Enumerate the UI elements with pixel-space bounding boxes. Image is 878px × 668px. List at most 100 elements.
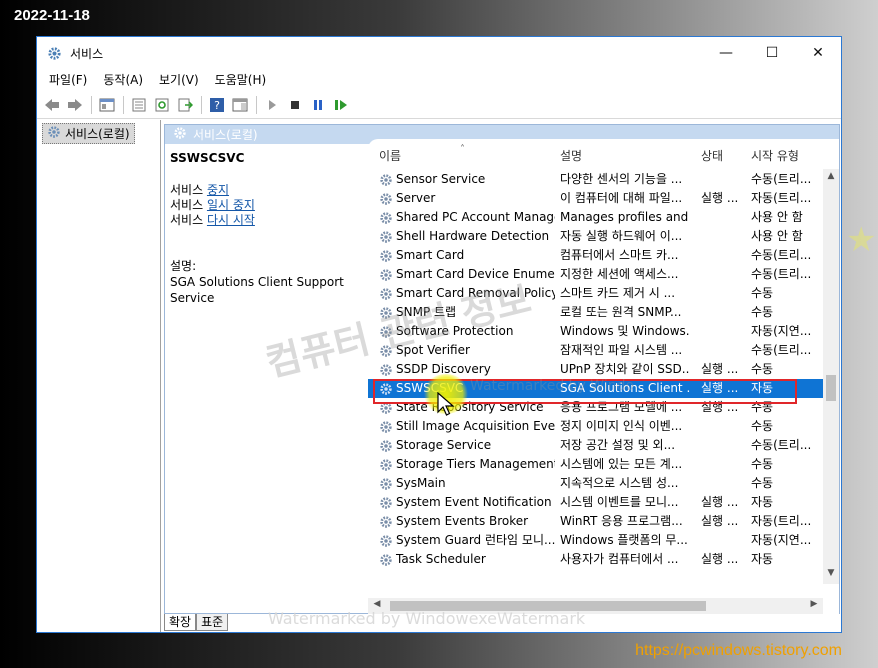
menu-view[interactable]: 보기(V) — [151, 69, 207, 91]
site-stamp: https://pcwindows.tistory.com — [635, 642, 842, 659]
table-row[interactable]: Shell Hardware Detection 자동 실행 하드웨어 이... 사… — [368, 227, 823, 246]
column-header-startup-type[interactable]: 시작 유형 — [751, 147, 799, 164]
menu-action[interactable]: 동작(A) — [95, 69, 151, 91]
service-name-cell: System Event Notification ... — [379, 493, 555, 512]
stop-service-link[interactable]: 중지 — [207, 183, 229, 197]
tab-standard[interactable]: 표준 — [196, 614, 229, 631]
service-name-cell: System Events Broker — [379, 512, 555, 531]
horizontal-scrollbar[interactable]: ◀ ▶ — [368, 598, 823, 614]
scroll-thumb[interactable] — [390, 601, 706, 611]
scroll-right-arrow-icon[interactable]: ▶ — [807, 599, 821, 609]
table-row[interactable]: Shared PC Account Manager Manages profile… — [368, 208, 823, 227]
table-row-selected[interactable]: SSWSCSVC SGA Solutions Client ... 실행 ... 자동 — [368, 379, 823, 398]
table-row[interactable]: System Event Notification ... 시스템 이벤트를 모니… — [368, 493, 823, 512]
table-row[interactable]: Task Scheduler 사용자가 컴퓨터에서 ... 실행 ... 자동 — [368, 550, 823, 569]
service-gear-icon — [380, 306, 392, 319]
service-gear-icon — [380, 553, 392, 566]
scroll-thumb[interactable] — [826, 375, 836, 401]
service-name-cell: State Repository Service — [379, 398, 555, 417]
title-bar[interactable]: 서비스 — ☐ ✕ — [37, 37, 841, 69]
service-name-cell: Software Protection — [379, 322, 555, 341]
help-icon[interactable]: ? — [206, 94, 228, 116]
table-row[interactable]: Software Protection Windows 및 Windows... 자… — [368, 322, 823, 341]
service-name: Shell Hardware Detection — [396, 229, 550, 243]
table-row[interactable]: Storage Tiers Management 시스템에 있는 모든 계... 수… — [368, 455, 823, 474]
console-tree-icon[interactable] — [96, 94, 118, 116]
tab-extended[interactable]: 확장 — [164, 614, 197, 631]
table-row[interactable]: SysMain 지속적으로 시스템 성... 수동 — [368, 474, 823, 493]
vertical-scrollbar[interactable]: ▲ ▼ — [823, 169, 839, 584]
maximize-button[interactable]: ☐ — [749, 37, 795, 69]
service-name-cell: System Guard 런타임 모니... — [379, 531, 555, 550]
service-gear-icon — [380, 287, 392, 300]
table-row[interactable]: System Guard 런타임 모니... Windows 플랫폼의 무... 자… — [368, 531, 823, 550]
action-prefix: 서비스 — [170, 183, 207, 197]
pause-service-icon[interactable] — [307, 94, 329, 116]
service-gear-icon — [380, 420, 392, 433]
table-row[interactable]: Storage Service 저장 공간 설정 및 외... 수동(트리... — [368, 436, 823, 455]
pause-service-link[interactable]: 일시 중지 — [207, 198, 255, 212]
table-row[interactable]: Server 이 컴퓨터에 대해 파일... 실행 ... 자동(트리... — [368, 189, 823, 208]
column-header-name[interactable]: 이름 — [379, 147, 401, 164]
table-row[interactable]: Spot Verifier 잠재적인 파일 시스템 ... 수동(트리... — [368, 341, 823, 360]
refresh-icon[interactable] — [151, 94, 173, 116]
selected-service-name: SSWSCSVC — [170, 151, 245, 165]
view-pane-icon[interactable] — [229, 94, 251, 116]
restart-service-link[interactable]: 다시 시작 — [207, 213, 255, 227]
properties-icon[interactable] — [128, 94, 150, 116]
service-name: Smart Card Removal Policy — [396, 286, 555, 300]
restart-service-icon[interactable] — [330, 94, 352, 116]
stop-service-icon[interactable] — [284, 94, 306, 116]
column-header-status[interactable]: 상태 — [701, 147, 723, 164]
minimize-button[interactable]: — — [703, 37, 749, 69]
table-row[interactable]: Smart Card Removal Policy 스마트 카드 제거 시 ...… — [368, 284, 823, 303]
table-row[interactable]: Smart Card Device Enumer... 지정한 세션에 액세스..… — [368, 265, 823, 284]
service-startup-cell: 사용 안 함 — [751, 210, 803, 224]
export-list-icon[interactable] — [174, 94, 196, 116]
start-service-icon[interactable] — [261, 94, 283, 116]
tree-item-label: 서비스(로컬) — [65, 127, 130, 141]
service-name: SSDP Discovery — [396, 362, 491, 376]
service-startup-cell: 수동 — [751, 305, 774, 319]
forward-arrow-icon[interactable] — [64, 94, 86, 116]
service-name: Smart Card — [396, 248, 465, 262]
scroll-down-arrow-icon[interactable]: ▼ — [823, 568, 839, 582]
service-description-cell: 컴퓨터에서 스마트 카... — [560, 248, 679, 262]
menu-help[interactable]: 도움말(H) — [207, 69, 275, 91]
service-name-cell: SSDP Discovery — [379, 360, 555, 379]
service-detail-panel: SSWSCSVC 서비스 중지 서비스 일시 중지 서비스 다시 시작 설명: … — [170, 151, 370, 306]
service-startup-cell: 수동 — [751, 286, 774, 300]
service-description-cell: 로컬 또는 원격 SNMP... — [560, 305, 682, 319]
service-description-cell: 저장 공간 설정 및 외... — [560, 438, 676, 452]
console-tree: 서비스(로컬) — [37, 120, 161, 632]
service-gear-icon — [380, 477, 392, 490]
scroll-up-arrow-icon[interactable]: ▲ — [823, 171, 839, 185]
toolbar-divider — [91, 95, 92, 114]
table-row[interactable]: SSDP Discovery UPnP 장치와 같이 SSD... 실행 ... 수동 — [368, 360, 823, 379]
table-row[interactable]: Smart Card 컴퓨터에서 스마트 카... 수동(트리... — [368, 246, 823, 265]
service-description-cell: 시스템 이벤트를 모니... — [560, 495, 679, 509]
table-row[interactable]: Sensor Service 다양한 센서의 기능을 ... 수동(트리... — [368, 170, 823, 189]
service-name: Storage Service — [396, 438, 492, 452]
service-name-cell: SSWSCSVC — [379, 379, 555, 398]
column-header-description[interactable]: 설명 — [560, 147, 582, 164]
scroll-left-arrow-icon[interactable]: ◀ — [370, 599, 384, 609]
table-row[interactable]: SNMP 트랩 로컬 또는 원격 SNMP... 수동 — [368, 303, 823, 322]
service-gear-icon — [380, 230, 392, 243]
service-gear-icon — [380, 439, 392, 452]
service-gear-icon — [380, 268, 392, 281]
table-row[interactable]: System Events Broker WinRT 응용 프로그램... 실행 .… — [368, 512, 823, 531]
service-gear-icon — [380, 515, 392, 528]
services-gear-icon — [47, 125, 61, 142]
service-description-cell: 지정한 세션에 액세스... — [560, 267, 679, 281]
close-button[interactable]: ✕ — [795, 37, 841, 69]
service-description-cell: WinRT 응용 프로그램... — [560, 514, 683, 528]
menu-file[interactable]: 파일(F) — [41, 69, 95, 91]
back-arrow-icon[interactable] — [41, 94, 63, 116]
service-name-cell: Shared PC Account Manager — [379, 208, 555, 227]
tree-item-services-local[interactable]: 서비스(로컬) — [42, 123, 135, 144]
table-row[interactable]: Still Image Acquisition Eve... 정지 이미지 인식 … — [368, 417, 823, 436]
table-row[interactable]: State Repository Service 응용 프로그램 모델에 ... 실… — [368, 398, 823, 417]
action-stop: 서비스 중지 — [170, 183, 370, 198]
toolbar: ? — [37, 91, 841, 119]
